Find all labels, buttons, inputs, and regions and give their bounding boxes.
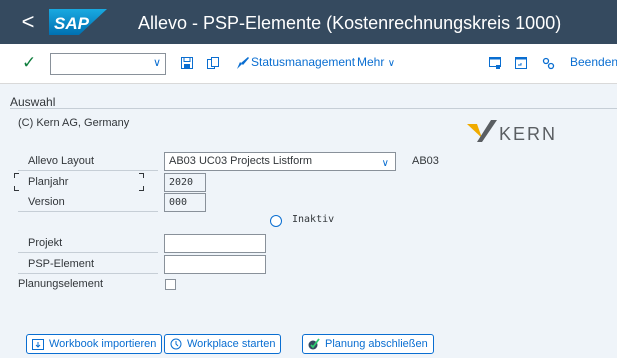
chevron-down-icon: ∨ xyxy=(387,58,396,69)
kern-logo: KERN xyxy=(467,120,557,144)
projekt-label: Projekt xyxy=(18,234,158,253)
version-field[interactable]: 000 xyxy=(164,193,206,212)
chevron-down-icon[interactable]: ∨ xyxy=(153,56,161,69)
app-title: Allevo - PSP-Elemente (Kostenrechnungskr… xyxy=(138,13,562,33)
section-title: Auswahl xyxy=(10,95,56,109)
layout-select-value: AB03 UC03 Projects Listform xyxy=(169,155,313,167)
layout-label: Allevo Layout xyxy=(18,152,158,171)
exit-button[interactable]: Beenden xyxy=(570,55,617,69)
psp-element-label: PSP-Element xyxy=(18,255,158,274)
copy-icon[interactable] xyxy=(204,53,222,73)
shell-header: < SAP Allevo - PSP-Elemente (Kostenrechn… xyxy=(0,0,617,44)
projekt-input[interactable] xyxy=(164,234,266,253)
back-button[interactable]: < xyxy=(16,9,40,35)
planungselement-checkbox[interactable] xyxy=(165,279,176,290)
sap-logo: SAP xyxy=(49,9,107,35)
workbook-import-icon xyxy=(32,338,44,350)
layout-select[interactable]: AB03 UC03 Projects Listform ∨ xyxy=(164,152,396,171)
statusmanagement-button[interactable]: Statusmanagement xyxy=(251,55,355,69)
save-icon[interactable] xyxy=(178,53,196,73)
layout-code: AB03 xyxy=(412,155,439,167)
svg-text:KERN: KERN xyxy=(499,124,557,144)
planung-abschliessen-button[interactable]: Planung abschließen xyxy=(302,334,434,354)
inaktiv-radio[interactable] xyxy=(270,215,282,227)
psp-element-input[interactable] xyxy=(164,255,266,274)
more-label: Mehr xyxy=(357,55,385,69)
inaktiv-label: Inaktiv xyxy=(292,214,335,225)
workplace-start-button[interactable]: Workplace starten xyxy=(164,334,282,354)
command-field[interactable]: ∨ xyxy=(50,53,166,75)
workplace-start-label: Workplace starten xyxy=(187,338,276,350)
screen-icon[interactable] xyxy=(486,53,504,73)
more-menu-button[interactable]: Mehr ∨ xyxy=(357,55,395,69)
workbook-import-label: Workbook importieren xyxy=(49,338,157,350)
version-label: Version xyxy=(18,193,158,212)
planjahr-label: Planjahr xyxy=(28,176,69,188)
complete-planning-icon xyxy=(308,338,320,350)
enter-check-icon[interactable]: ✓ xyxy=(22,53,36,73)
planjahr-field[interactable]: 2020 xyxy=(164,173,206,192)
workbook-import-button[interactable]: Workbook importieren xyxy=(26,334,163,354)
settings-icon[interactable] xyxy=(539,53,557,73)
window-icon[interactable] xyxy=(512,53,530,73)
toolbar: ✓ ∨ Statusmanagement Mehr ∨ Beenden xyxy=(0,44,617,84)
chevron-down-icon[interactable]: ∨ xyxy=(382,155,389,172)
planungselement-label: Planungselement xyxy=(18,278,104,290)
svg-text:SAP: SAP xyxy=(54,14,90,33)
planung-abschliessen-label: Planung abschließen xyxy=(325,338,428,350)
status-edit-icon[interactable] xyxy=(234,53,252,73)
workplace-start-icon xyxy=(170,338,182,350)
copyright-text: (C) Kern AG, Germany xyxy=(18,117,130,129)
